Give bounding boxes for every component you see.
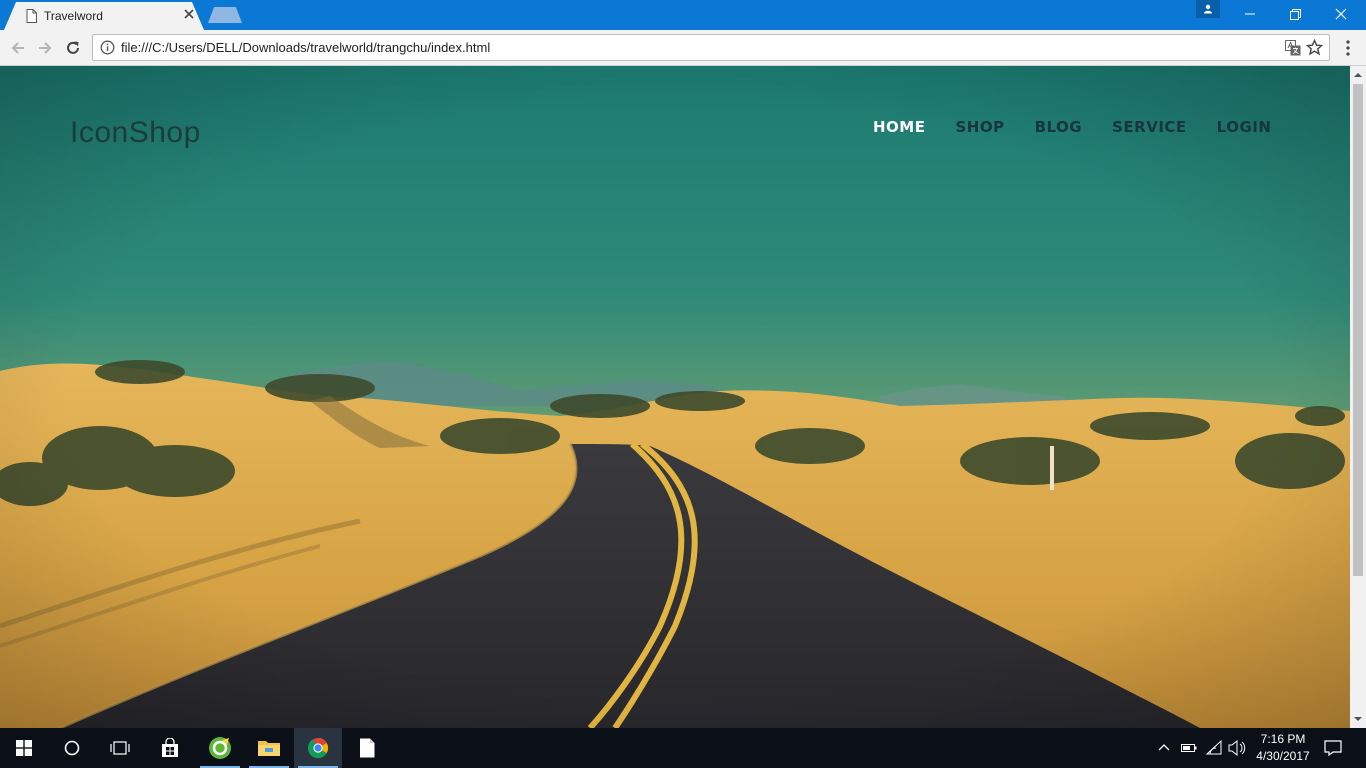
nav-home[interactable]: HOME (873, 118, 925, 136)
url-text[interactable]: file:///C:/Users/DELL/Downloads/travelwo… (121, 40, 490, 55)
restore-button[interactable] (1272, 0, 1318, 28)
browser-menu-icon[interactable] (1341, 39, 1355, 57)
nav-blog[interactable]: BLOG (1035, 118, 1083, 136)
windows-logo-icon (16, 740, 32, 756)
system-clock[interactable]: 7:16 PM 4/30/2017 (1248, 731, 1318, 765)
minimize-button[interactable] (1227, 0, 1273, 28)
store-bag-icon (162, 738, 178, 757)
translate-icon[interactable] (1285, 40, 1301, 56)
scrollbar-thumb[interactable] (1353, 84, 1363, 576)
browser-tab[interactable]: Travelword (4, 2, 204, 30)
cortana-circle-icon (64, 740, 80, 756)
forward-icon[interactable] (36, 39, 54, 57)
info-icon[interactable] (100, 40, 115, 55)
site-brand-logo[interactable]: IconShop (70, 116, 201, 150)
back-icon[interactable] (9, 39, 27, 57)
profile-button[interactable] (1196, 0, 1220, 18)
site-nav: HOME SHOP BLOG SERVICE LOGIN (873, 118, 1301, 136)
coccoc-browser-button[interactable] (196, 728, 244, 768)
folder-icon (258, 741, 280, 756)
nav-service[interactable]: SERVICE (1112, 118, 1187, 136)
task-view-icon (110, 741, 130, 755)
tab-title: Travelword (44, 9, 103, 23)
chrome-button[interactable] (294, 728, 342, 768)
cortana-search-button[interactable] (48, 728, 96, 768)
close-window-button[interactable] (1318, 0, 1364, 28)
bookmark-star-icon[interactable] (1306, 39, 1323, 56)
wifi-icon[interactable] (1206, 740, 1222, 756)
store-app-button[interactable] (146, 728, 194, 768)
nav-login[interactable]: LOGIN (1217, 118, 1272, 136)
tray-expand-chevron-icon[interactable] (1158, 742, 1170, 754)
start-button[interactable] (0, 728, 48, 768)
person-icon (1204, 4, 1212, 14)
page-icon (26, 9, 37, 23)
close-icon (1335, 8, 1347, 20)
clock-time: 7:16 PM (1260, 732, 1306, 746)
scroll-up-arrow-icon[interactable] (1354, 71, 1362, 79)
browser-titlebar: Travelword (0, 0, 1366, 30)
restore-icon (1289, 8, 1301, 20)
nav-shop[interactable]: SHOP (955, 118, 1004, 136)
document-icon (360, 738, 375, 758)
clock-date: 4/30/2017 (1256, 749, 1310, 763)
action-center-icon[interactable] (1324, 740, 1342, 756)
file-explorer-button[interactable] (245, 728, 293, 768)
task-view-button[interactable] (96, 728, 144, 768)
browser-toolbar: file:///C:/Users/DELL/Downloads/travelwo… (0, 30, 1366, 66)
reload-icon[interactable] (64, 39, 82, 57)
hero-desert-road-image (0, 66, 1350, 728)
page-viewport: IconShop HOME SHOP BLOG SERVICE LOGIN (0, 66, 1366, 728)
notepad-button[interactable] (343, 728, 391, 768)
scroll-down-arrow-icon[interactable] (1354, 715, 1362, 723)
green-browser-icon (209, 737, 231, 759)
address-bar[interactable]: file:///C:/Users/DELL/Downloads/travelwo… (92, 34, 1330, 61)
close-tab-icon[interactable] (182, 7, 196, 21)
chrome-icon (307, 737, 329, 759)
windows-taskbar: 7:16 PM 4/30/2017 (0, 728, 1366, 768)
volume-icon[interactable] (1228, 740, 1246, 756)
new-tab-button[interactable] (208, 7, 242, 23)
battery-icon[interactable] (1181, 742, 1197, 754)
page-scrollbar[interactable] (1350, 66, 1366, 728)
minimize-icon (1245, 13, 1255, 15)
